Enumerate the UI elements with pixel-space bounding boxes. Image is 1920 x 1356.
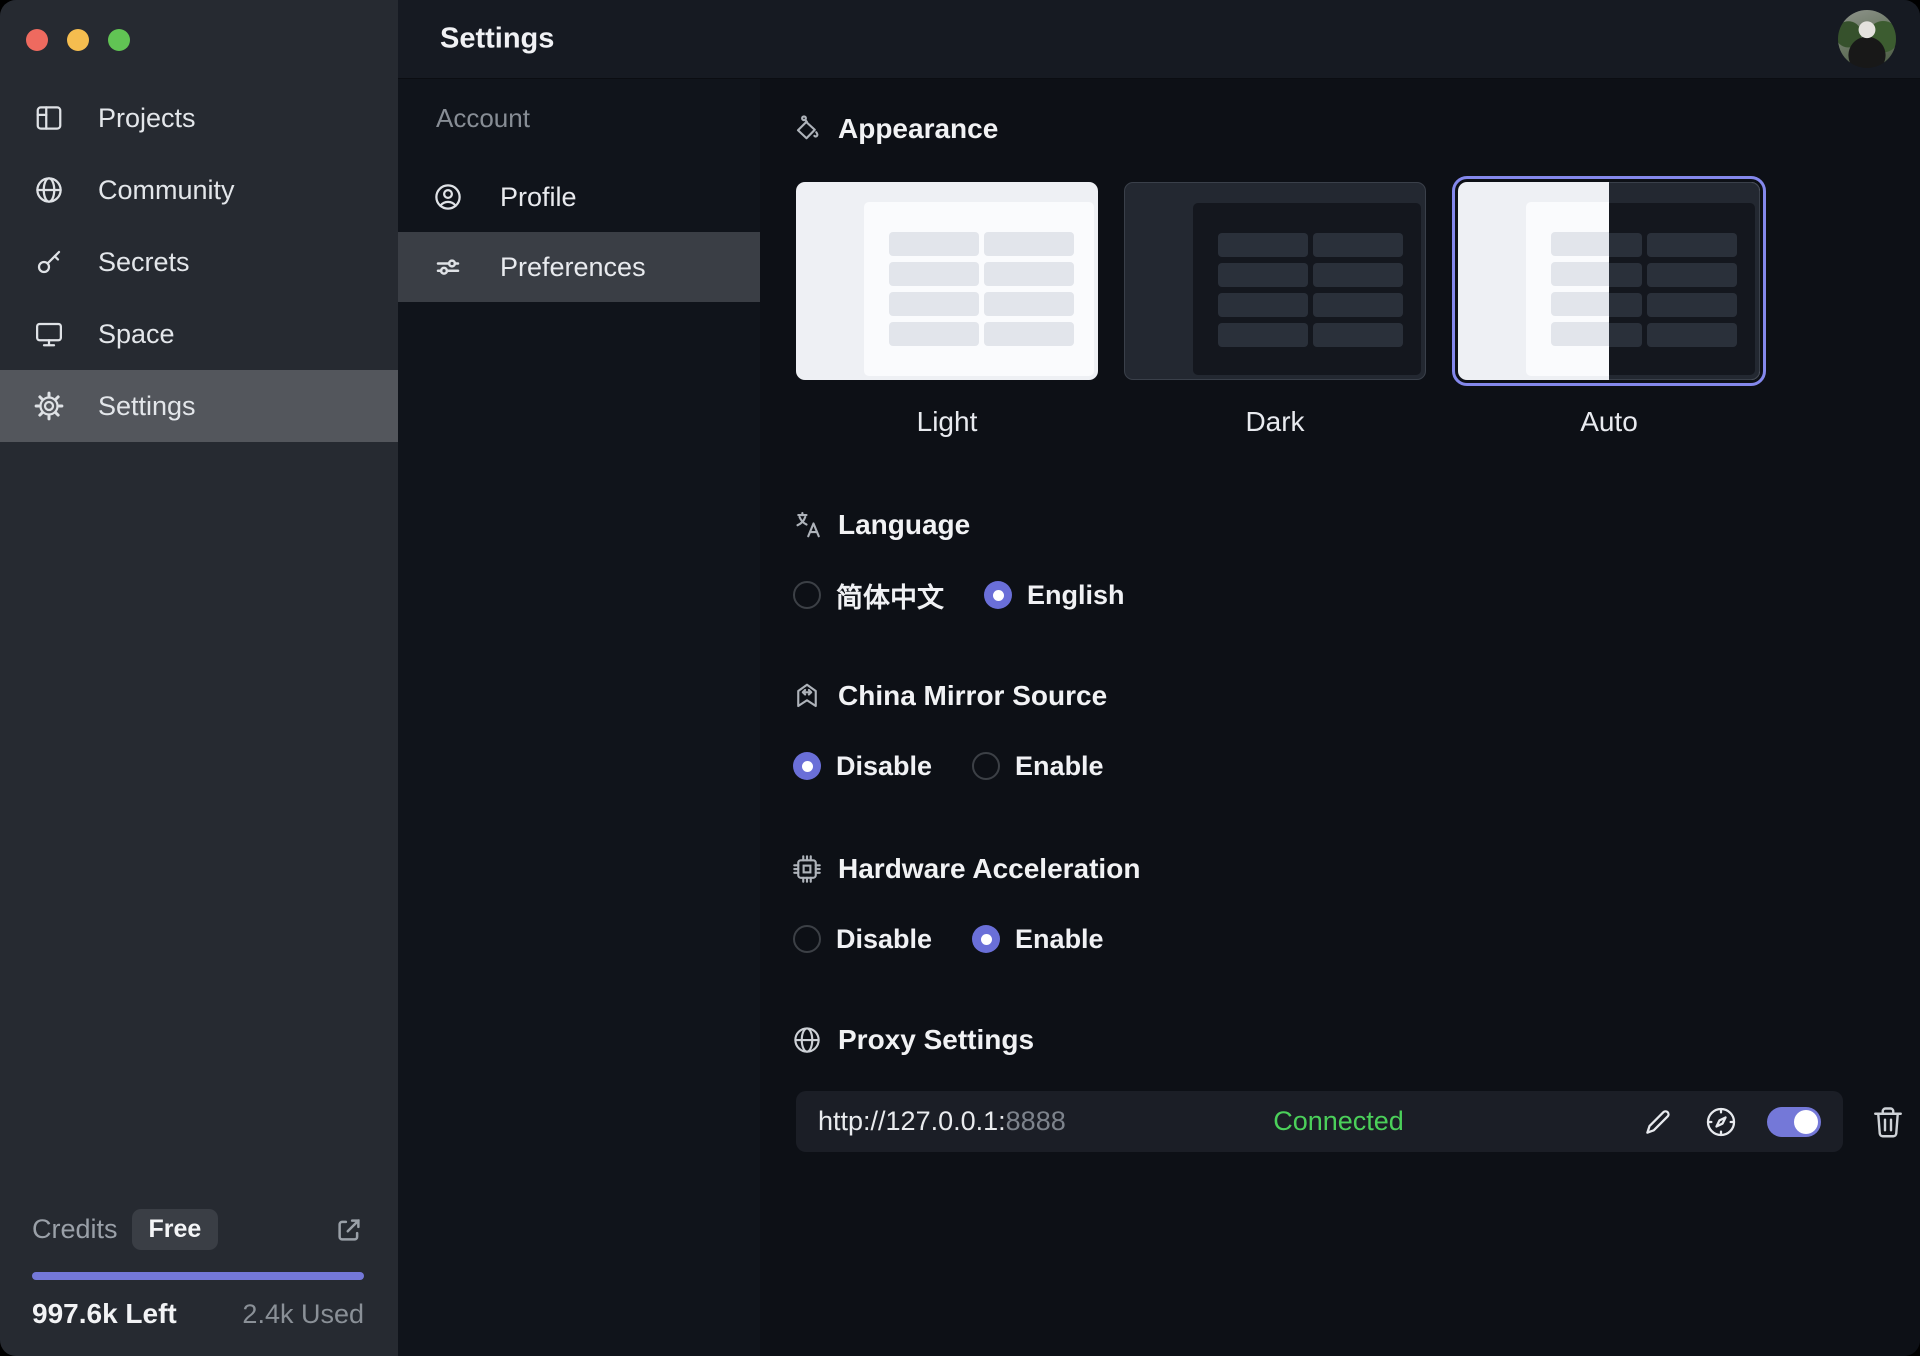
edit-proxy-button[interactable] xyxy=(1641,1105,1675,1139)
settings-nav-item-profile[interactable]: Profile xyxy=(398,162,760,232)
dark-theme-preview xyxy=(1124,182,1426,380)
delete-proxy-button[interactable] xyxy=(1870,1104,1906,1140)
theme-option-label: Auto xyxy=(1580,406,1638,438)
pencil-icon xyxy=(1641,1105,1675,1139)
theme-option-label: Light xyxy=(917,406,978,438)
light-theme-preview xyxy=(796,182,1098,380)
cpu-icon xyxy=(792,854,822,884)
auto-theme-preview xyxy=(1458,182,1760,380)
sidebar-item-label: Space xyxy=(98,319,175,350)
proxy-url: http://127.0.0.1:8888 xyxy=(818,1106,1066,1137)
credits-panel: Credits Free 997.6k Left 2.4k Used xyxy=(32,1209,364,1330)
theme-option-auto[interactable]: Auto xyxy=(1452,182,1766,438)
gear-icon xyxy=(34,391,64,421)
radio-label: Disable xyxy=(836,751,932,782)
china-mirror-radio-group: Disable Enable xyxy=(793,746,1104,786)
layout-icon xyxy=(34,103,64,133)
appearance-section-header: Appearance xyxy=(792,107,998,151)
preferences-panel: Appearance Light Dark xyxy=(760,79,1920,1356)
test-proxy-speed-button[interactable] xyxy=(1704,1105,1738,1139)
mirror-banner-icon xyxy=(792,681,822,711)
app-window: Projects Community Secrets xyxy=(0,0,1920,1356)
radio-label: 简体中文 xyxy=(836,576,944,615)
hardware-acceleration-section-header: Hardware Acceleration xyxy=(792,847,1140,891)
hardware-acceleration-radio-group: Disable Enable xyxy=(793,919,1104,959)
translate-icon xyxy=(792,510,822,540)
settings-nav-item-label: Profile xyxy=(500,182,577,213)
compass-icon xyxy=(1704,1105,1738,1139)
theme-option-dark[interactable]: Dark xyxy=(1124,182,1426,438)
sidebar-item-projects[interactable]: Projects xyxy=(0,82,398,154)
proxy-status-badge: Connected xyxy=(1273,1106,1404,1137)
section-title: Proxy Settings xyxy=(838,1024,1034,1056)
page-title: Settings xyxy=(440,23,554,56)
user-avatar[interactable] xyxy=(1838,10,1896,68)
paint-bucket-icon xyxy=(792,114,822,144)
radio-label: Disable xyxy=(836,924,932,955)
sidebar-item-space[interactable]: Space xyxy=(0,298,398,370)
credits-remaining: 997.6k Left xyxy=(32,1298,177,1330)
radio-mirror-disable[interactable] xyxy=(793,752,821,780)
trash-icon xyxy=(1870,1104,1906,1140)
title-bar: Settings xyxy=(398,0,1920,79)
zoom-window-button[interactable] xyxy=(108,29,130,51)
credits-progress-bar xyxy=(32,1272,364,1280)
monitor-icon xyxy=(34,319,64,349)
proxy-port: 8888 xyxy=(1006,1106,1066,1136)
section-title: Appearance xyxy=(838,113,998,145)
radio-language-english[interactable] xyxy=(984,581,1012,609)
language-radio-group: 简体中文 English xyxy=(793,575,1125,615)
section-title: Language xyxy=(838,509,970,541)
credits-label: Credits xyxy=(32,1214,118,1245)
radio-hwaccel-disable[interactable] xyxy=(793,925,821,953)
sidebar-item-label: Community xyxy=(98,175,235,206)
sidebar-item-label: Projects xyxy=(98,103,196,134)
user-circle-icon xyxy=(433,182,463,212)
radio-hwaccel-enable[interactable] xyxy=(972,925,1000,953)
settings-nav-item-preferences[interactable]: Preferences xyxy=(398,232,760,302)
open-credits-button[interactable] xyxy=(334,1215,364,1245)
sidebar-item-secrets[interactable]: Secrets xyxy=(0,226,398,298)
sidebar-item-label: Settings xyxy=(98,391,196,422)
radio-label: Enable xyxy=(1015,751,1104,782)
globe-icon xyxy=(792,1025,822,1055)
selected-theme-border xyxy=(1452,176,1766,386)
settings-nav-item-label: Preferences xyxy=(500,252,646,283)
credits-used: 2.4k Used xyxy=(242,1299,364,1330)
section-title: China Mirror Source xyxy=(838,680,1107,712)
settings-nav: Account Profile Preferences xyxy=(398,79,760,1356)
section-title: Hardware Acceleration xyxy=(838,853,1140,885)
key-icon xyxy=(34,247,64,277)
settings-nav-section-label: Account xyxy=(436,103,760,134)
radio-label: Enable xyxy=(1015,924,1104,955)
theme-options: Light Dark xyxy=(796,182,1766,438)
sidebar: Projects Community Secrets xyxy=(0,0,398,1356)
proxy-section-header: Proxy Settings xyxy=(792,1018,1034,1062)
close-window-button[interactable] xyxy=(26,29,48,51)
radio-mirror-enable[interactable] xyxy=(972,752,1000,780)
plan-badge: Free xyxy=(132,1209,219,1250)
proxy-entry-row: http://127.0.0.1:8888 Connected xyxy=(796,1091,1843,1152)
sidebar-item-community[interactable]: Community xyxy=(0,154,398,226)
sidebar-nav: Projects Community Secrets xyxy=(0,82,398,442)
theme-option-label: Dark xyxy=(1245,406,1304,438)
language-section-header: Language xyxy=(792,503,970,547)
proxy-enabled-toggle[interactable] xyxy=(1767,1107,1821,1137)
china-mirror-section-header: China Mirror Source xyxy=(792,674,1107,718)
sliders-icon xyxy=(433,252,463,282)
sidebar-item-settings[interactable]: Settings xyxy=(0,370,398,442)
window-controls xyxy=(26,29,130,51)
toggle-knob xyxy=(1794,1110,1818,1134)
external-link-icon xyxy=(334,1215,364,1245)
radio-label: English xyxy=(1027,580,1125,611)
minimize-window-button[interactable] xyxy=(67,29,89,51)
radio-language-chinese[interactable] xyxy=(793,581,821,609)
theme-option-light[interactable]: Light xyxy=(796,182,1098,438)
sidebar-item-label: Secrets xyxy=(98,247,190,278)
globe-icon xyxy=(34,175,64,205)
